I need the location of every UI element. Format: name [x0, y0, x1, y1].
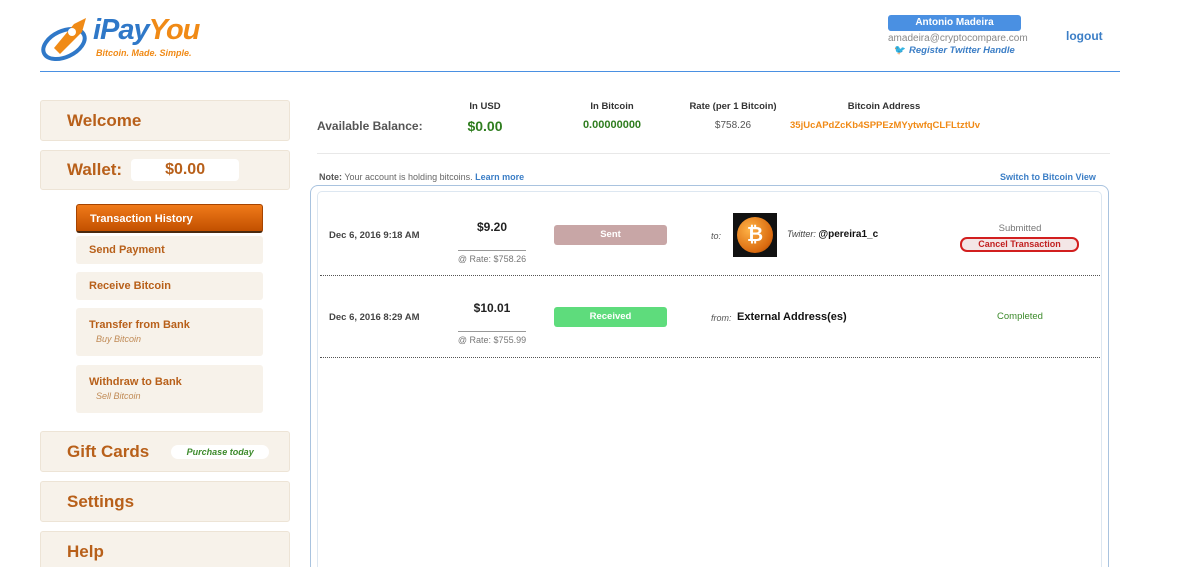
balance-usd: In USD $0.00: [455, 101, 515, 134]
balance-btc-value: 0.00000000: [582, 119, 642, 131]
sidebar-item-receive-bitcoin[interactable]: Receive Bitcoin: [76, 272, 263, 300]
balance-rate: Rate (per 1 Bitcoin) $758.26: [684, 101, 782, 131]
nav-help[interactable]: Help: [40, 531, 290, 567]
nav-welcome[interactable]: Welcome: [40, 100, 290, 141]
transaction-rate: @ Rate: $758.26: [457, 254, 527, 264]
twitter-bird-icon: 🐦: [894, 45, 907, 56]
user-email: amadeira@cryptocompare.com: [888, 33, 1028, 44]
learn-more-link[interactable]: Learn more: [475, 172, 524, 182]
gift-cards-purchase-pill[interactable]: Purchase today: [171, 444, 270, 459]
ipayyou-logo[interactable]: iPayYou Bitcoin. Made. Simple.: [40, 14, 200, 62]
wallet-amount: $0.00: [131, 159, 240, 181]
header-divider: [40, 71, 1120, 72]
balance-rate-value: $758.26: [714, 120, 752, 131]
transaction-state: Submitted: [998, 223, 1042, 234]
nav-gift-cards[interactable]: Gift Cards Purchase today: [40, 431, 290, 472]
transaction-direction: to:: [711, 231, 722, 241]
page: iPayYou Bitcoin. Made. Simple. Antonio M…: [0, 0, 1200, 567]
user-name-button[interactable]: Antonio Madeira: [888, 15, 1021, 31]
transaction-row: Dec 6, 2016 8:29 AM $10.01 @ Rate: $755.…: [320, 278, 1100, 358]
nav-wallet-label: Wallet:: [67, 160, 123, 179]
bitcoin-address-value[interactable]: 35jUcAPdZcKb4SPPEzMYytwfqCLFLtztUv: [790, 120, 980, 131]
sidebar-item-transaction-history[interactable]: Transaction History: [76, 204, 263, 233]
logo-wordmark: iPayYou: [93, 14, 200, 46]
transaction-state: Completed: [997, 311, 1043, 322]
sidebar-item-note: Sell Bitcoin: [96, 391, 141, 401]
transaction-rate: @ Rate: $755.99: [457, 335, 527, 345]
balance-btc: In Bitcoin 0.00000000: [572, 101, 652, 131]
register-twitter-link[interactable]: 🐦 Register Twitter Handle: [888, 45, 1021, 56]
transaction-date: Dec 6, 2016 8:29 AM: [329, 312, 420, 323]
available-balance-label: Available Balance:: [317, 119, 423, 133]
holding-note: Note: Your account is holding bitcoins. …: [319, 172, 525, 182]
transaction-amount: $9.20: [476, 220, 508, 234]
nav-wallet[interactable]: Wallet: $0.00: [40, 150, 290, 190]
transaction-party: External Address(es): [737, 311, 847, 323]
logo-tagline: Bitcoin. Made. Simple.: [96, 48, 192, 58]
switch-to-bitcoin-view-link[interactable]: Switch to Bitcoin View: [1000, 172, 1096, 182]
transaction-type-badge: Sent: [554, 225, 667, 245]
transaction-row: Dec 6, 2016 9:18 AM $9.20 @ Rate: $758.2…: [320, 196, 1100, 276]
bitcoin-avatar-icon: ₿: [733, 213, 777, 257]
user-box: Antonio Madeira amadeira@cryptocompare.c…: [888, 15, 1028, 56]
sidebar-item-note: Buy Bitcoin: [96, 334, 142, 344]
nav-settings[interactable]: Settings: [40, 481, 290, 522]
transaction-direction: from:: [711, 313, 732, 323]
balance-divider: [317, 153, 1110, 154]
transaction-party: Twitter: @pereira1_c: [787, 229, 879, 240]
transaction-date: Dec 6, 2016 9:18 AM: [329, 230, 420, 241]
transaction-amount: $10.01: [473, 301, 511, 315]
rocket-logo-icon: [41, 18, 87, 62]
sidebar-item-transfer-from-bank[interactable]: Transfer from Bank Buy Bitcoin: [76, 308, 263, 356]
cancel-transaction-button[interactable]: Cancel Transaction: [960, 237, 1079, 252]
sidebar-item-withdraw-to-bank[interactable]: Withdraw to Bank Sell Bitcoin: [76, 365, 263, 413]
transaction-type-badge: Received: [554, 307, 667, 327]
balance-usd-value: $0.00: [467, 118, 503, 134]
sidebar-item-send-payment[interactable]: Send Payment: [76, 236, 263, 264]
bitcoin-address: Bitcoin Address 35jUcAPdZcKb4SPPEzMYytwf…: [790, 101, 981, 131]
logout-link[interactable]: logout: [1066, 29, 1103, 43]
